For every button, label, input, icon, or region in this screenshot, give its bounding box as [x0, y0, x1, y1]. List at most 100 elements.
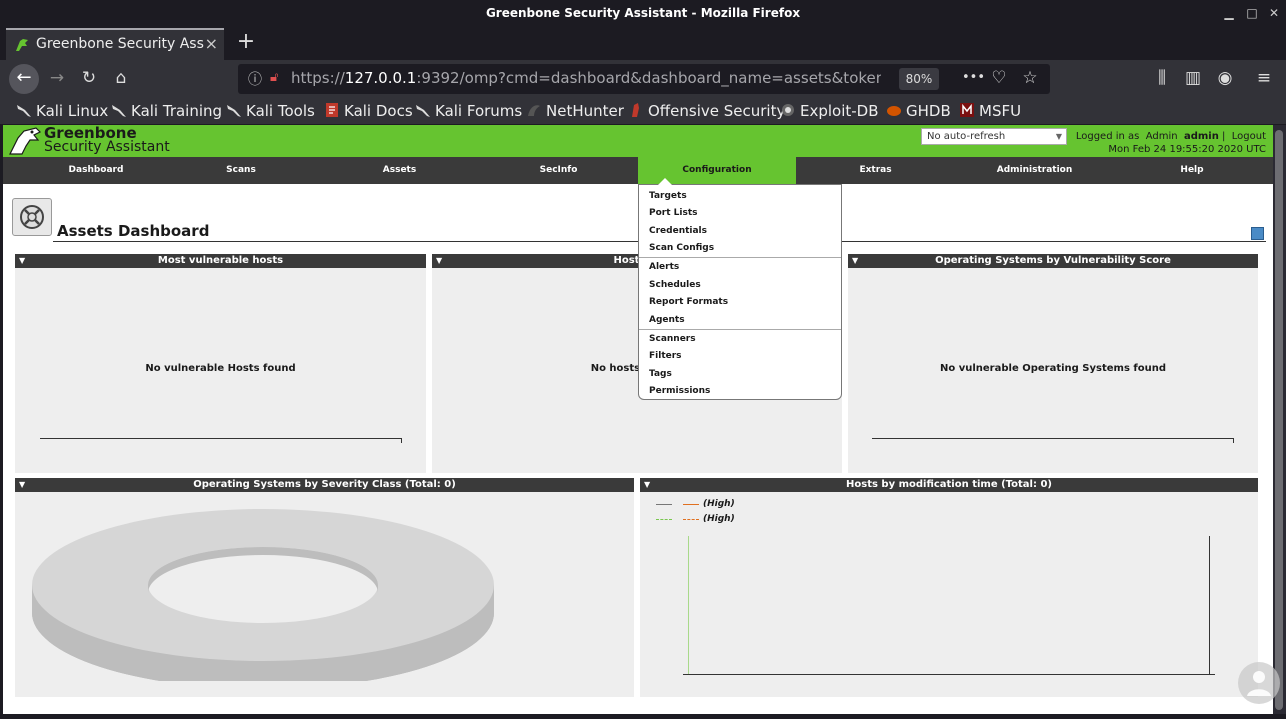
bookmark-kali-docs[interactable]: Kali Docs	[324, 100, 413, 122]
hamburger-menu-icon[interactable]: ≡	[1253, 67, 1275, 89]
dropdown-item-tags[interactable]: Tags	[649, 369, 672, 379]
logo-subtitle: Security Assistant	[44, 139, 170, 155]
kali-dragon-icon	[17, 105, 31, 117]
bookmark-kali-tools[interactable]: Kali Tools	[226, 100, 315, 122]
panel-menu-icon[interactable]: ▼	[852, 254, 858, 268]
panel-menu-icon[interactable]: ▼	[436, 254, 442, 268]
new-tab-button[interactable]: +	[234, 30, 258, 54]
kali-dragon-icon	[227, 105, 241, 117]
page-actions-button[interactable]: •••	[962, 67, 985, 89]
panel-header-os-severity-class: ▼ Operating Systems by Severity Class (T…	[15, 478, 634, 492]
dropdown-item-agents[interactable]: Agents	[649, 315, 685, 325]
menu-administration[interactable]: Administration	[955, 157, 1114, 184]
bookmark-msfu[interactable]: MSFU	[959, 100, 1021, 122]
legend-label: (High)	[703, 499, 735, 509]
bookmark-nethunter[interactable]: NetHunter	[526, 100, 624, 122]
legend-line-orange-dashed	[683, 519, 699, 520]
bookmark-kali-training[interactable]: Kali Training	[111, 100, 222, 122]
greenbone-favicon-icon	[16, 39, 28, 51]
chart-axis	[40, 438, 402, 439]
url-text[interactable]: https://127.0.0.1:9392/omp?cmd=dashboard…	[291, 69, 881, 87]
dropdown-item-alerts[interactable]: Alerts	[649, 262, 679, 272]
menu-secinfo[interactable]: SecInfo	[479, 157, 638, 184]
chart-series-line	[688, 536, 689, 675]
home-button[interactable]: ⌂	[110, 67, 132, 89]
bookmark-ghdb[interactable]: GHDB	[886, 100, 951, 122]
panel-header-os-vulnerability: ▼ Operating Systems by Vulnerability Sco…	[848, 254, 1258, 268]
window-bottom-border	[0, 714, 1286, 719]
dropdown-item-permissions[interactable]: Permissions	[649, 386, 710, 396]
dropdown-item-targets[interactable]: Targets	[649, 191, 687, 201]
panel-title: Hosts by modification time (Total: 0)	[846, 479, 1052, 490]
browser-tab[interactable]: Greenbone Security Assistant ×	[6, 28, 224, 60]
chart-axis-tick	[401, 438, 402, 443]
legend-line-gray	[656, 504, 672, 505]
user-info: Logged in as Admin admin | Logout Mon Fe…	[1040, 130, 1266, 156]
username: admin	[1183, 131, 1219, 142]
maximize-icon[interactable]: □	[1243, 4, 1261, 22]
logged-in-label: Logged in as	[1075, 131, 1140, 142]
user-role: Admin	[1145, 131, 1178, 142]
bookmark-kali-linux[interactable]: Kali Linux	[16, 100, 108, 122]
auto-refresh-value: No auto-refresh	[927, 131, 1006, 142]
panel-header-hosts-modification-time: ▼ Hosts by modification time (Total: 0)	[640, 478, 1258, 492]
pocket-icon[interactable]: ♡	[988, 67, 1010, 89]
panel-menu-icon[interactable]: ▼	[19, 254, 25, 268]
page-title: Assets Dashboard	[57, 222, 210, 240]
server-datetime: Mon Feb 24 19:55:20 2020 UTC	[1108, 144, 1266, 155]
legend-label: (High)	[703, 514, 735, 524]
panel-title: Most vulnerable hosts	[157, 255, 284, 266]
account-icon[interactable]: ◉	[1214, 67, 1236, 89]
dropdown-item-scan-configs[interactable]: Scan Configs	[649, 243, 714, 253]
chart-axis	[872, 438, 1234, 439]
bookmark-offensive-security[interactable]: Offensive Security	[628, 100, 785, 122]
bookmark-star-icon[interactable]: ☆	[1019, 67, 1041, 89]
panel-menu-icon[interactable]: ▼	[644, 478, 650, 492]
library-icon[interactable]: ⫼	[1151, 67, 1173, 89]
bookmark-exploit-db[interactable]: Exploit-DB	[780, 100, 879, 122]
close-tab-icon[interactable]: ×	[205, 34, 218, 53]
dropdown-item-scanners[interactable]: Scanners	[649, 334, 696, 344]
dropdown-item-report-formats[interactable]: Report Formats	[649, 297, 728, 307]
panel-menu-icon[interactable]: ▼	[19, 478, 25, 492]
back-button[interactable]: ←	[9, 64, 39, 94]
kali-dragon-icon	[416, 105, 430, 117]
nethunter-icon	[528, 105, 540, 116]
dropdown-item-filters[interactable]: Filters	[649, 351, 682, 361]
scrollbar-thumb[interactable]	[1275, 130, 1283, 710]
edit-dashboard-icon[interactable]	[1251, 227, 1264, 240]
reload-button[interactable]: ↻	[78, 67, 100, 89]
kali-dragon-icon	[112, 105, 126, 117]
menu-assets[interactable]: Assets	[320, 157, 479, 184]
empty-donut-chart	[32, 509, 494, 681]
ghdb-icon	[887, 106, 901, 116]
zoom-level-badge[interactable]: 80%	[899, 68, 939, 90]
sidebar-icon[interactable]: ▥	[1182, 67, 1204, 89]
site-info-icon[interactable]: ⓘ	[248, 69, 262, 89]
insecure-lock-icon[interactable]: 🔓︎	[270, 70, 278, 85]
menu-help[interactable]: Help	[1114, 157, 1270, 184]
forward-button[interactable]: →	[46, 67, 68, 89]
no-data-message: No vulnerable Hosts found	[145, 363, 296, 374]
offsec-icon	[632, 103, 639, 117]
chart-x-axis	[683, 674, 1215, 675]
configuration-dropdown: Targets Port Lists Credentials Scan Conf…	[638, 178, 842, 400]
chart-right-axis	[1209, 536, 1210, 675]
greenbone-logo-icon	[9, 127, 42, 155]
dropdown-item-schedules[interactable]: Schedules	[649, 280, 701, 290]
menu-extras[interactable]: Extras	[796, 157, 955, 184]
chart-axis-tick	[1233, 438, 1234, 443]
close-window-icon[interactable]: ✕	[1265, 4, 1283, 22]
dropdown-item-port-lists[interactable]: Port Lists	[649, 208, 698, 218]
minimize-icon[interactable]: ▁	[1220, 4, 1238, 22]
dropdown-separator	[639, 257, 841, 258]
kali-docs-icon	[326, 103, 338, 117]
dropdown-pointer	[658, 178, 672, 185]
dashboard-icon	[12, 198, 52, 236]
menu-scans[interactable]: Scans	[162, 157, 320, 184]
panel-title: Operating Systems by Severity Class (Tot…	[193, 479, 456, 490]
dropdown-item-credentials[interactable]: Credentials	[649, 226, 707, 236]
dropdown-separator	[639, 329, 841, 330]
bookmark-kali-forums[interactable]: Kali Forums	[415, 100, 522, 122]
logout-link[interactable]: Logout	[1232, 131, 1266, 142]
